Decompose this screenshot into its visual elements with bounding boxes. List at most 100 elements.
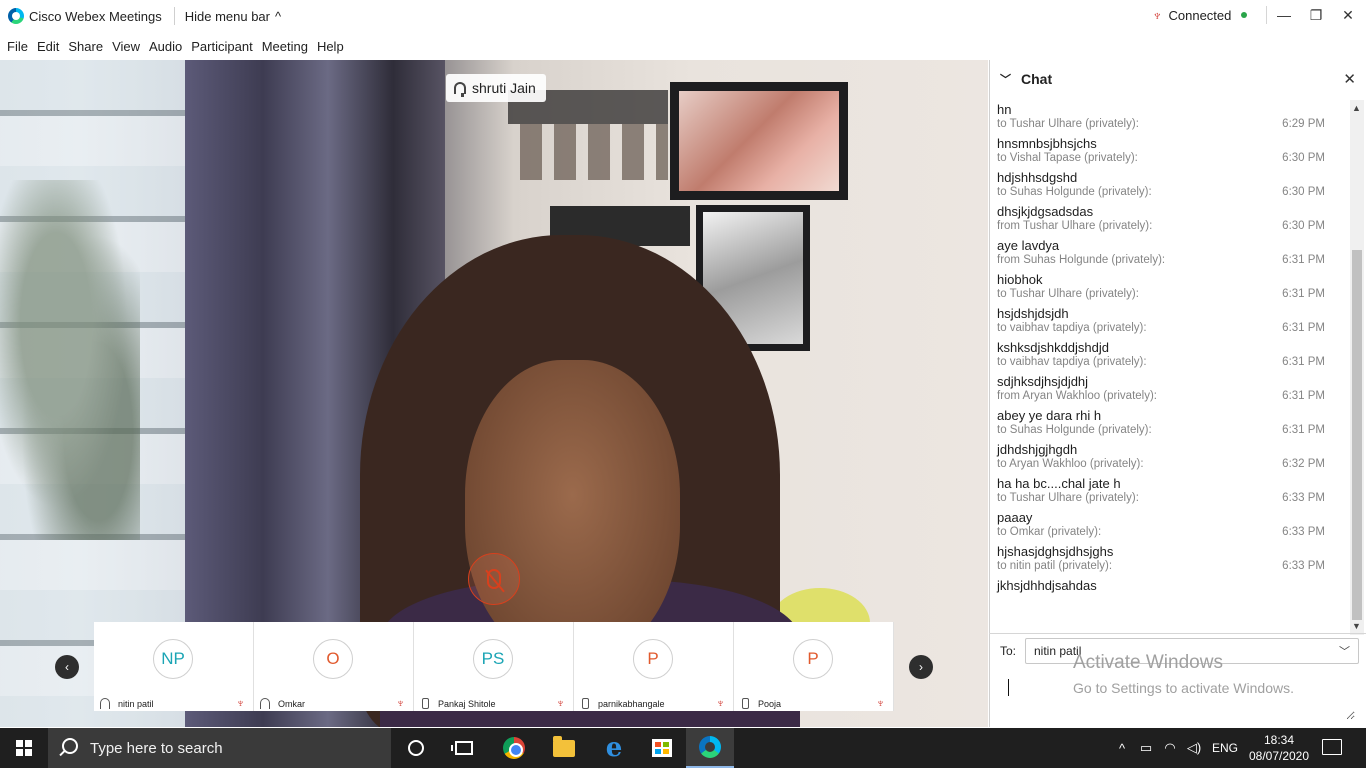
connection-status-label: Connected [1168,7,1232,23]
chat-message: to Tushar Ulhare (privately): 6:33 PM paa… [997,492,1337,526]
mic-muted-icon: ♆ [716,696,725,710]
video-nameboard [508,90,668,180]
chat-message-recipient: from Suhas Holgunde (privately): [997,254,1166,266]
hide-menu-bar-label: Hide menu bar [184,8,270,24]
chat-message-text: kshksdjshkddjshdjd [997,340,1110,355]
chat-message-text: jkhsjdhhdjsahdas [997,578,1097,593]
chat-message-recipient: to Suhas Holgunde (privately): [997,424,1152,436]
participant-strip: NP nitin patil ♆ O Omkar ♆ PS Pankaj Shi… [94,622,894,711]
menu-edit[interactable]: Edit [34,39,62,54]
taskbar-chrome[interactable] [490,728,538,768]
active-speaker-name: shruti Jain [472,80,536,96]
taskbar-webex[interactable] [686,728,734,768]
taskbar-search[interactable]: Type here to search [48,728,391,768]
chat-message-time: 6:30 PM [1282,186,1325,198]
chat-message: from Tushar Ulhare (privately): 6:30 PM a… [997,220,1337,254]
chat-message-time: 6:31 PM [1282,356,1325,368]
menu-meeting[interactable]: Meeting [259,39,311,54]
title-separator [173,7,175,25]
chat-divider [989,633,1366,634]
start-button[interactable] [0,728,48,768]
mic-muted-icon: ♆ [876,696,885,710]
menu-file[interactable]: File [4,39,31,54]
taskbar-edge[interactable]: e [590,728,638,768]
hide-menu-bar-button[interactable]: Hide menu bar ^ [185,9,281,24]
chat-message: to Aryan Wakhloo (privately): 6:32 PM ha … [997,458,1337,492]
chat-message-time: 6:33 PM [1282,526,1325,538]
participant-name: Pankaj Shitole [438,699,496,709]
taskbar-search-placeholder: Type here to search [90,739,223,757]
scroll-up-icon[interactable]: ▲ [1352,103,1361,113]
chat-message-time: 6:30 PM [1282,152,1325,164]
chat-message-time: 6:31 PM [1282,424,1325,436]
active-speaker-tag: shruti Jain [446,74,546,102]
taskbar-clock[interactable]: 18:34 08/07/2020 [1248,732,1310,764]
chat-message-time: 6:32 PM [1282,458,1325,470]
status-dot-icon [1241,12,1248,18]
avatar: PS [473,639,513,679]
chat-message: to Vishal Tapase (privately): 6:30 PM hdj… [997,152,1337,186]
phone-icon [742,698,749,709]
volume-icon[interactable]: ◁) [1182,740,1206,756]
chat-message-text: hiobhok [997,272,1043,287]
chat-message-time: 6:31 PM [1282,288,1325,300]
participant-tile[interactable]: PS Pankaj Shitole ♆ [414,622,574,711]
participant-tile[interactable]: P Pooja ♆ [734,622,894,711]
participants-prev-button[interactable]: ‹ [55,655,79,679]
restore-button[interactable]: ❐ [1300,0,1332,30]
chat-message: from Aryan Wakhloo (privately): 6:31 PM a… [997,390,1337,424]
chat-panel: ﹀ Chat ✕ hn to Tushar Ulhare (privately)… [989,60,1366,727]
chat-message-recipient: to Vishal Tapase (privately): [997,152,1138,164]
chat-message-time: 6:30 PM [1282,220,1325,232]
notification-icon[interactable] [1322,739,1342,755]
chat-message: to Suhas Holgunde (privately): 6:31 PM jd… [997,424,1337,458]
chat-scrollbar-thumb[interactable] [1352,250,1362,620]
watermark-line2: Go to Settings to activate Windows. [1073,680,1294,696]
participant-name: Omkar [278,699,305,709]
chat-message-list: hn to Tushar Ulhare (privately): 6:29 PM … [997,101,1337,594]
connection-status[interactable]: ♆ Connected [1152,7,1248,23]
chat-message: to vaibhav tapdiya (privately): 6:31 PM s… [997,356,1337,390]
menu-help[interactable]: Help [314,39,347,54]
chevron-up-icon[interactable]: ^ [1110,741,1134,756]
menu-share[interactable]: Share [65,39,106,54]
participant-tile[interactable]: O Omkar ♆ [254,622,414,711]
avatar: P [793,639,833,679]
avatar: P [633,639,673,679]
chat-header[interactable]: ﹀ Chat [990,60,1366,98]
chat-message-recipient: from Tushar Ulhare (privately): [997,220,1153,232]
phone-icon [422,698,429,709]
search-icon [62,738,78,754]
clock-time: 18:34 [1263,733,1295,747]
window-controls: — ❐ ✕ [1268,0,1364,30]
chat-message-recipient: to nitin patil (privately): [997,560,1113,572]
text-caret [1008,679,1009,696]
menu-participant[interactable]: Participant [188,39,255,54]
cortana-button[interactable] [392,728,440,768]
language-indicator[interactable]: ENG [1212,741,1238,755]
menu-audio[interactable]: Audio [146,39,185,54]
chat-message-time: 6:33 PM [1282,492,1325,504]
close-chat-icon[interactable]: ✕ [1343,70,1356,88]
scroll-down-icon[interactable]: ▼ [1352,621,1361,631]
chevron-down-icon[interactable]: ﹀ [1000,71,1011,87]
chat-scrollbar[interactable] [1350,100,1364,635]
participant-tile[interactable]: NP nitin patil ♆ [94,622,254,711]
taskbar-file-explorer[interactable] [540,728,588,768]
battery-icon[interactable]: ▭ [1134,740,1158,756]
chat-message-text: hdjshhsdgshd [997,170,1078,185]
wifi-icon[interactable]: ◠ [1158,740,1182,756]
task-view-button[interactable] [440,728,488,768]
store-icon [652,739,672,757]
chrome-icon [503,737,525,759]
minimize-button[interactable]: — [1268,0,1300,30]
menu-view[interactable]: View [109,39,143,54]
unmute-button[interactable] [468,553,520,605]
close-button[interactable]: ✕ [1332,0,1364,30]
chat-message: to vaibhav tapdiya (privately): 6:31 PM k… [997,322,1337,356]
participants-next-button[interactable]: › [909,655,933,679]
taskbar-store[interactable] [638,728,686,768]
menu-bar: File Edit Share View Audio Participant M… [0,34,347,58]
participant-tile[interactable]: P parnikabhangale ♆ [574,622,734,711]
title-divider [1266,6,1267,24]
